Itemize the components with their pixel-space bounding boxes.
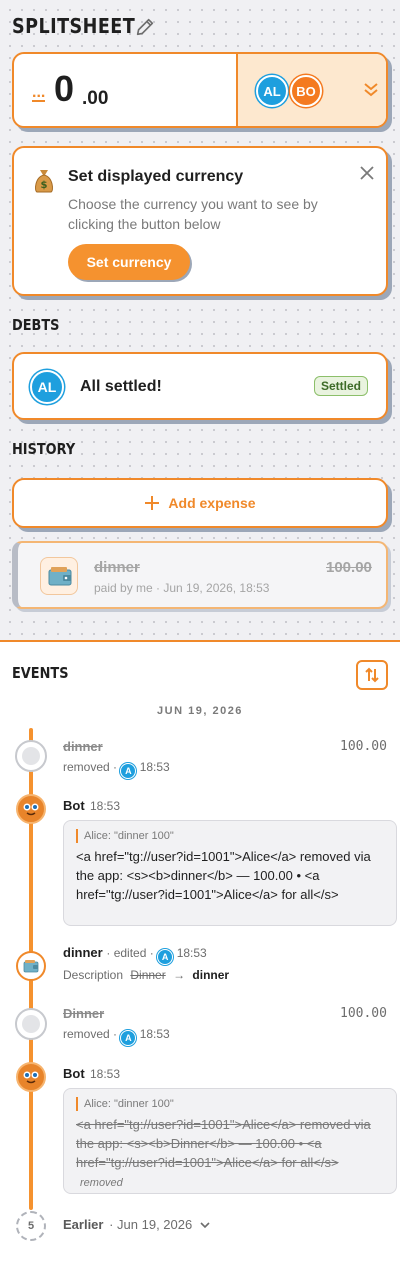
status-badge: Settled <box>314 376 369 396</box>
event-amount: 100.00 <box>340 739 387 754</box>
timeline-node <box>15 740 47 772</box>
avatar: A <box>157 949 174 965</box>
message-body: <a href="tg://user?id=1001">Alice</a> re… <box>76 849 371 902</box>
balance-card[interactable]: ... 0 .00 AL BO <box>12 52 388 128</box>
money-bag-icon: $ <box>32 168 56 200</box>
plus-icon <box>145 496 160 510</box>
debts-status-text: All settled! <box>80 378 162 395</box>
events-heading: EVENTS <box>12 664 69 682</box>
message-status: removed <box>80 1177 123 1189</box>
message-quote: Alice: "dinner 100" <box>76 829 384 843</box>
event-change: Description Dinner → dinner <box>63 968 229 982</box>
history-heading: HISTORY <box>12 440 76 458</box>
avatar-al: AL <box>256 75 288 107</box>
avatar: A <box>120 763 137 779</box>
event-time: 18:53 <box>139 760 170 774</box>
sort-arrows-icon <box>365 667 379 683</box>
date-separator: JUN 19, 2026 <box>157 705 243 717</box>
earlier-label: Earlier <box>63 1217 104 1232</box>
currency-notice-card: $ Set displayed currency Choose the curr… <box>12 146 388 296</box>
event-time: 18:53 <box>90 1067 121 1081</box>
event-action: removed <box>63 760 110 774</box>
expense-name: dinner <box>94 559 140 576</box>
currency-title: Set displayed currency <box>68 168 244 185</box>
event-action: removed <box>63 1027 110 1041</box>
earlier-date: · Jun 19, 2026 <box>109 1217 193 1232</box>
change-old: Dinner <box>130 968 166 982</box>
app-title: SPLITSHEET <box>12 14 136 38</box>
wallet-icon <box>40 557 78 595</box>
event-title: Dinner <box>63 1006 105 1021</box>
event-author: Bot <box>63 1066 85 1081</box>
event-author: Bot <box>63 798 85 813</box>
change-arrow: → <box>173 968 186 982</box>
event-time: 18:53 <box>90 799 121 813</box>
avatar: AL <box>30 370 64 404</box>
avatar: A <box>120 1030 137 1046</box>
bot-message-removed: Alice: "dinner 100" <a href="tg://user?i… <box>63 1088 397 1194</box>
balance-whole: 0 <box>54 68 75 109</box>
balance-cents: .00 <box>82 88 109 109</box>
message-body: <a href="tg://user?id=1001">Alice</a> re… <box>76 1117 371 1170</box>
chevron-down-icon <box>200 1222 210 1229</box>
event-action: edited <box>113 946 147 960</box>
event-header: dinner · edited · A 18:53 <box>63 945 207 965</box>
balance-amount: ... 0 .00 <box>14 54 236 126</box>
debts-card: AL All settled! Settled <box>12 352 388 420</box>
pencil-icon[interactable] <box>134 16 156 38</box>
chevron-double-down-icon[interactable] <box>362 80 380 98</box>
expense-amount: 100.00 <box>326 559 372 576</box>
balance-dots: ... <box>32 84 46 102</box>
sort-button[interactable] <box>356 660 388 690</box>
event-title: dinner <box>63 739 103 754</box>
add-expense-button[interactable]: Add expense <box>12 478 388 528</box>
close-icon[interactable] <box>358 164 376 182</box>
event-time: 18:53 <box>176 946 207 960</box>
svg-text:$: $ <box>41 180 48 191</box>
expense-meta: paid by me · Jun 19, 2026, 18:53 <box>94 581 270 595</box>
currency-description: Choose the currency you want to see by c… <box>68 196 318 232</box>
earlier-count: 5 <box>16 1211 46 1241</box>
change-new: dinner <box>192 968 230 982</box>
bot-message: Alice: "dinner 100" <a href="tg://user?i… <box>63 820 397 926</box>
add-expense-label: Add expense <box>168 495 256 511</box>
avatar-bo: BO <box>290 75 322 107</box>
event-meta: removed · A 18:53 <box>63 760 170 779</box>
members-panel[interactable]: AL BO <box>236 54 386 126</box>
event-amount: 100.00 <box>340 1006 387 1021</box>
earlier-toggle[interactable]: Earlier · Jun 19, 2026 <box>63 1217 210 1232</box>
bot-avatar <box>16 794 46 824</box>
change-label: Description <box>63 968 124 982</box>
timeline-node <box>15 1008 47 1040</box>
timeline-node <box>16 951 46 981</box>
wallet-icon <box>23 960 39 973</box>
expense-item[interactable]: dinner paid by me · Jun 19, 2026, 18:53 … <box>12 541 388 609</box>
event-meta: removed · A 18:53 <box>63 1027 170 1046</box>
bot-avatar <box>16 1062 46 1092</box>
event-time: 18:53 <box>139 1027 170 1041</box>
debts-heading: DEBTS <box>12 316 60 334</box>
message-quote: Alice: "dinner 100" <box>76 1097 384 1111</box>
event-title: dinner <box>63 945 103 960</box>
set-currency-button[interactable]: Set currency <box>68 244 190 280</box>
